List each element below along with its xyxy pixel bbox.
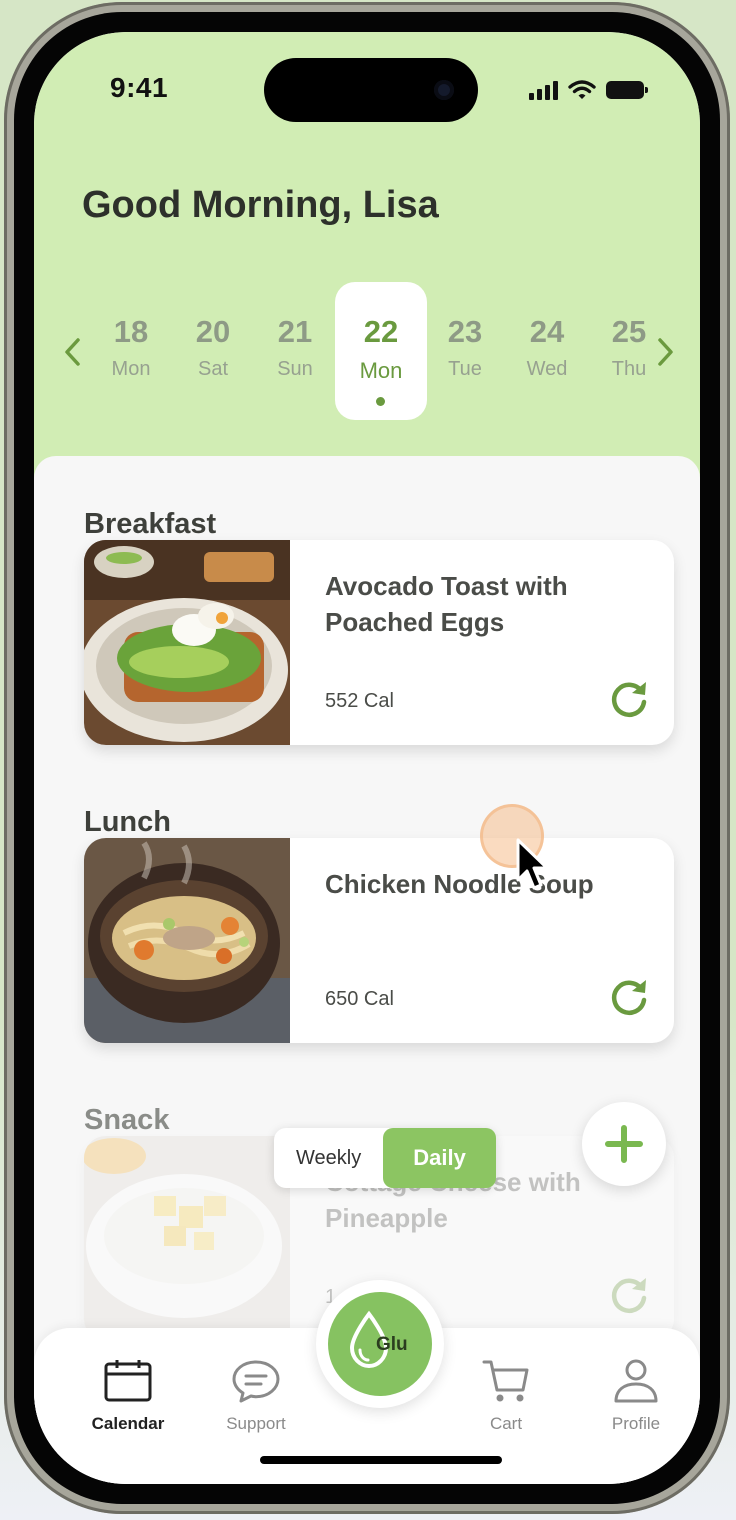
tab-support[interactable]: Support (196, 1358, 316, 1434)
cart-icon (482, 1360, 529, 1402)
tab-cart[interactable]: Cart (446, 1358, 566, 1434)
tab-label: Profile (611, 1414, 661, 1433)
meal-name: Chicken Noodle Soup (325, 869, 594, 899)
glu-label: Glu (376, 1334, 408, 1355)
status-time: 9:41 (110, 72, 169, 103)
date-number: 21 (277, 314, 313, 349)
date-weekday: Sun (277, 358, 313, 380)
dynamic-island (264, 58, 478, 122)
home-indicator (260, 1456, 502, 1464)
refresh-icon[interactable] (608, 976, 650, 1018)
meal-name: Avocado Toast with Poached Eggs (325, 571, 568, 637)
chevron-left-icon[interactable] (58, 332, 88, 372)
chevron-right-icon[interactable] (650, 332, 680, 372)
date-weekday: Tue (448, 358, 482, 380)
camera-icon (434, 80, 454, 100)
date-item[interactable]: 24 Wed (501, 282, 593, 420)
calendar-icon (104, 1360, 152, 1402)
chat-icon (232, 1360, 280, 1403)
status-icons (529, 78, 648, 102)
date-item[interactable]: 20 Sat (167, 282, 259, 420)
refresh-icon[interactable] (608, 678, 650, 720)
add-meal-button[interactable] (582, 1102, 666, 1186)
meal-card-lunch[interactable]: Chicken Noodle Soup 650 Cal (84, 838, 674, 1043)
date-number: 18 (113, 314, 149, 349)
phone-bezel: 9:41 Good Morning, Lisa 18 Mon 20 Sat 21… (14, 12, 720, 1504)
greeting-title: Good Morning, Lisa (82, 184, 439, 226)
date-item[interactable]: 21 Sun (249, 282, 341, 420)
header-area: 9:41 Good Morning, Lisa 18 Mon 20 Sat 21… (34, 32, 700, 502)
cursor-icon (516, 838, 549, 890)
section-title-lunch: Lunch (84, 806, 171, 838)
user-icon (614, 1359, 658, 1403)
tab-label: Calendar (91, 1414, 165, 1433)
meal-card-breakfast[interactable]: Avocado Toast with Poached Eggs 552 Cal (84, 540, 674, 745)
phone-frame: 9:41 Good Morning, Lisa 18 Mon 20 Sat 21… (4, 2, 730, 1514)
plus-icon (605, 1125, 643, 1163)
glu-button-circle: Glu (328, 1292, 432, 1396)
date-number: 22 (363, 314, 399, 349)
date-weekday: Mon (111, 358, 151, 380)
date-weekday: Sat (197, 358, 229, 380)
date-weekday: Wed (526, 358, 568, 380)
section-title-breakfast: Breakfast (84, 508, 217, 540)
section-title-snack: Snack (84, 1104, 170, 1136)
meal-image (84, 540, 290, 745)
app-screen: 9:41 Good Morning, Lisa 18 Mon 20 Sat 21… (34, 32, 700, 1484)
view-toggle: Weekly Daily (274, 1128, 496, 1188)
date-item[interactable]: 18 Mon (85, 282, 177, 420)
meal-calories: 650 Cal (325, 988, 394, 1010)
battery-icon (606, 81, 648, 99)
tab-profile[interactable]: Profile (576, 1358, 696, 1434)
tab-label: Support (226, 1414, 286, 1433)
toggle-weekly[interactable]: Weekly (274, 1128, 383, 1188)
date-item[interactable]: 23 Tue (419, 282, 511, 420)
tab-calendar[interactable]: Calendar (68, 1358, 188, 1434)
date-number: 23 (447, 314, 483, 349)
toggle-daily[interactable]: Daily (383, 1128, 496, 1188)
date-item-selected[interactable]: 22 Mon (335, 282, 427, 420)
wifi-icon (568, 80, 596, 99)
meal-image (84, 1136, 290, 1341)
signal-icon (529, 80, 558, 100)
date-number: 20 (195, 314, 231, 349)
date-weekday: Mon (359, 358, 403, 383)
refresh-icon[interactable] (608, 1274, 650, 1316)
selected-dot (376, 397, 385, 406)
meal-image (84, 838, 290, 1043)
date-strip: 18 Mon 20 Sat 21 Sun 22 Mon 23 Tue 24 We… (34, 282, 700, 422)
tab-label: Cart (489, 1414, 523, 1433)
date-number: 24 (529, 314, 565, 349)
meal-calories: 552 Cal (325, 690, 394, 712)
glu-button[interactable]: Glu (316, 1280, 444, 1408)
